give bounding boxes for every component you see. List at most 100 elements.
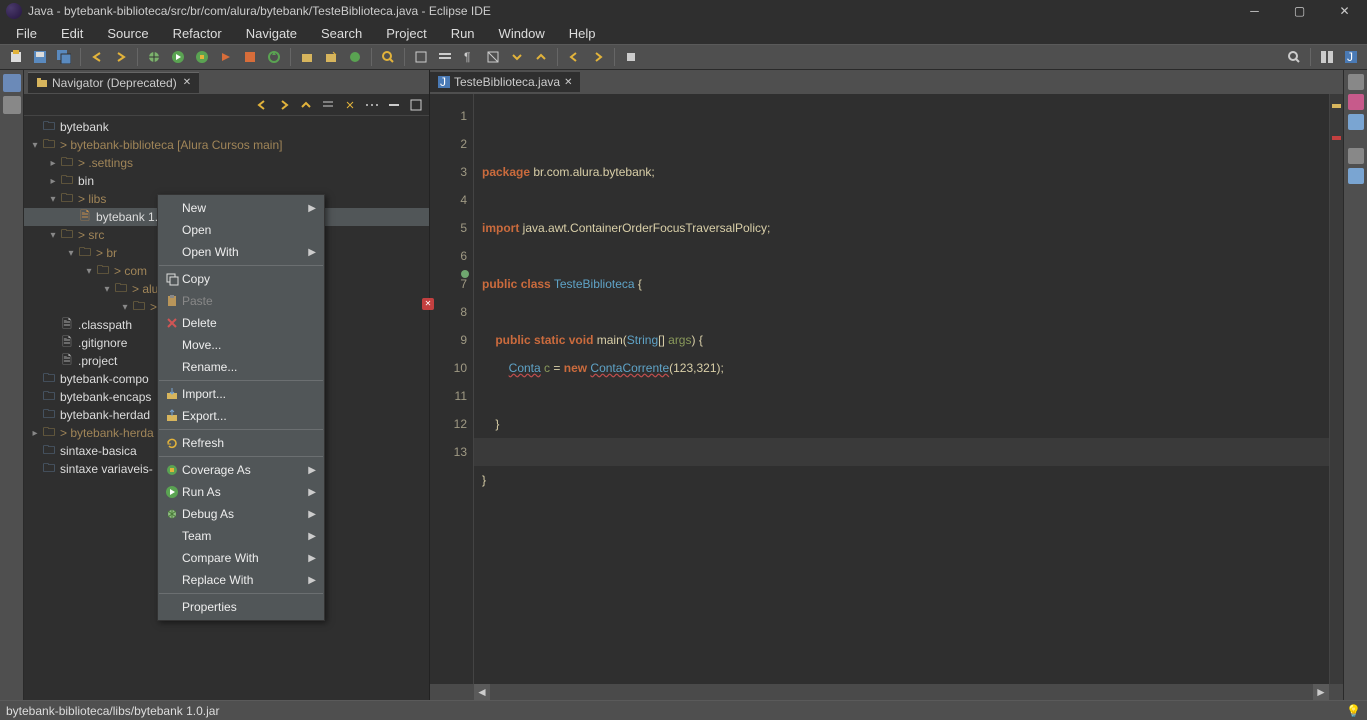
run-icon bbox=[162, 485, 182, 499]
scroll-right-icon[interactable]: ► bbox=[1313, 684, 1329, 700]
minimized-view-2[interactable] bbox=[3, 96, 21, 114]
menu-navigate[interactable]: Navigate bbox=[234, 24, 309, 43]
prev-annotation-button[interactable] bbox=[530, 46, 552, 68]
max-icon[interactable] bbox=[409, 98, 423, 112]
overview-ruler[interactable] bbox=[1329, 94, 1343, 684]
statusbar: bytebank-biblioteca/libs/bytebank 1.0.ja… bbox=[0, 700, 1367, 720]
svg-text:¶: ¶ bbox=[464, 50, 470, 64]
ctx-compare-with[interactable]: Compare With▶ bbox=[158, 547, 324, 569]
menu-separator bbox=[159, 265, 323, 266]
error-marker-icon[interactable]: ✕ bbox=[422, 298, 434, 310]
menu-source[interactable]: Source bbox=[95, 24, 160, 43]
ctx-coverage-as[interactable]: Coverage As▶ bbox=[158, 459, 324, 481]
next-annotation-button[interactable] bbox=[506, 46, 528, 68]
close-icon[interactable]: ✕ bbox=[564, 77, 572, 88]
forward-button[interactable] bbox=[587, 46, 609, 68]
new-button[interactable] bbox=[5, 46, 27, 68]
build-button[interactable] bbox=[263, 46, 285, 68]
ctx-new[interactable]: New▶ bbox=[158, 197, 324, 219]
editor-tab[interactable]: J TesteBiblioteca.java ✕ bbox=[430, 72, 580, 92]
tree-project-bytebank[interactable]: 🗀bytebank bbox=[24, 118, 429, 136]
debug-button[interactable] bbox=[143, 46, 165, 68]
min-icon[interactable] bbox=[387, 98, 401, 112]
toggle-whitespace-button[interactable]: ¶ bbox=[458, 46, 480, 68]
warning-mark[interactable] bbox=[1332, 104, 1341, 108]
run-last-button[interactable] bbox=[215, 46, 237, 68]
back-icon[interactable] bbox=[255, 98, 269, 112]
menu-refactor[interactable]: Refactor bbox=[161, 24, 234, 43]
h-scrollbar[interactable]: ◄ ► bbox=[430, 684, 1343, 700]
close-icon[interactable]: ✕ bbox=[183, 77, 191, 88]
save-button[interactable] bbox=[29, 46, 51, 68]
copy-icon bbox=[162, 272, 182, 286]
ctx-replace-with[interactable]: Replace With▶ bbox=[158, 569, 324, 591]
menu-edit[interactable]: Edit bbox=[49, 24, 95, 43]
menu-search[interactable]: Search bbox=[309, 24, 374, 43]
tree-bin[interactable]: ▸🗀bin bbox=[24, 172, 429, 190]
ctx-delete[interactable]: Delete bbox=[158, 312, 324, 334]
tree-settings[interactable]: ▸🗀> .settings bbox=[24, 154, 429, 172]
line-gutter[interactable]: 1 2 3 4 5 6 7 ✕8 9 10 11 12 13 bbox=[430, 94, 474, 684]
toggle-mark-button[interactable] bbox=[410, 46, 432, 68]
save-all-button[interactable] bbox=[53, 46, 75, 68]
ctx-properties[interactable]: Properties bbox=[158, 596, 324, 618]
up-icon[interactable] bbox=[299, 98, 313, 112]
collapse-icon[interactable] bbox=[321, 98, 335, 112]
scroll-left-icon[interactable]: ◄ bbox=[474, 684, 490, 700]
redo-button[interactable] bbox=[110, 46, 132, 68]
ext-tools-button[interactable] bbox=[239, 46, 261, 68]
ctx-copy[interactable]: Copy bbox=[158, 268, 324, 290]
ctx-paste: Paste bbox=[158, 290, 324, 312]
ctx-import-[interactable]: Import... bbox=[158, 383, 324, 405]
new-class-button[interactable] bbox=[320, 46, 342, 68]
restore-icon-2[interactable] bbox=[1348, 148, 1364, 164]
navigator-tab[interactable]: Navigator (Deprecated) ✕ bbox=[28, 72, 199, 93]
filter-icon[interactable] bbox=[365, 98, 379, 112]
minimized-view-1[interactable] bbox=[3, 74, 21, 92]
search-button[interactable] bbox=[377, 46, 399, 68]
view-icon[interactable] bbox=[1348, 168, 1364, 184]
ctx-open[interactable]: Open bbox=[158, 219, 324, 241]
close-button[interactable]: ✕ bbox=[1322, 0, 1367, 22]
coverage-button[interactable] bbox=[191, 46, 213, 68]
task-list-icon[interactable] bbox=[1348, 94, 1364, 110]
outline-icon[interactable] bbox=[1348, 114, 1364, 130]
new-package-button[interactable] bbox=[296, 46, 318, 68]
maximize-button[interactable]: ▢ bbox=[1277, 0, 1322, 22]
menu-separator bbox=[159, 429, 323, 430]
ctx-export-[interactable]: Export... bbox=[158, 405, 324, 427]
ctx-refresh[interactable]: Refresh bbox=[158, 432, 324, 454]
menu-file[interactable]: File bbox=[4, 24, 49, 43]
link-icon[interactable] bbox=[343, 98, 357, 112]
menu-help[interactable]: Help bbox=[557, 24, 608, 43]
tree-project-biblioteca[interactable]: ▾🗀> bytebank-biblioteca [Alura Cursos ma… bbox=[24, 136, 429, 154]
refresh-icon bbox=[162, 436, 182, 450]
ctx-team[interactable]: Team▶ bbox=[158, 525, 324, 547]
undo-button[interactable] bbox=[86, 46, 108, 68]
menu-window[interactable]: Window bbox=[487, 24, 557, 43]
ctx-rename-[interactable]: Rename... bbox=[158, 356, 324, 378]
back-button[interactable] bbox=[563, 46, 585, 68]
run-marker-icon[interactable] bbox=[461, 270, 469, 278]
ctx-move-[interactable]: Move... bbox=[158, 334, 324, 356]
menu-project[interactable]: Project bbox=[374, 24, 438, 43]
minimize-button[interactable]: ─ bbox=[1232, 0, 1277, 22]
open-perspective-button[interactable] bbox=[1316, 46, 1338, 68]
menu-run[interactable]: Run bbox=[439, 24, 487, 43]
ctx-open-with[interactable]: Open With▶ bbox=[158, 241, 324, 263]
quick-access-button[interactable] bbox=[1283, 46, 1305, 68]
pin-button[interactable] bbox=[620, 46, 642, 68]
ctx-debug-as[interactable]: Debug As▶ bbox=[158, 503, 324, 525]
toggle-block-button[interactable] bbox=[482, 46, 504, 68]
ctx-run-as[interactable]: Run As▶ bbox=[158, 481, 324, 503]
forward-icon[interactable] bbox=[277, 98, 291, 112]
new-type-button[interactable] bbox=[344, 46, 366, 68]
toggle-breadcrumb-button[interactable] bbox=[434, 46, 456, 68]
restore-icon[interactable] bbox=[1348, 74, 1364, 90]
error-mark[interactable] bbox=[1332, 136, 1341, 140]
code-editor[interactable]: package br.com.alura.bytebank; import ja… bbox=[474, 94, 1329, 684]
ctx-label: Refresh bbox=[182, 436, 316, 450]
run-button[interactable] bbox=[167, 46, 189, 68]
java-perspective-button[interactable]: J bbox=[1340, 46, 1362, 68]
tip-icon[interactable]: 💡 bbox=[1346, 704, 1361, 718]
